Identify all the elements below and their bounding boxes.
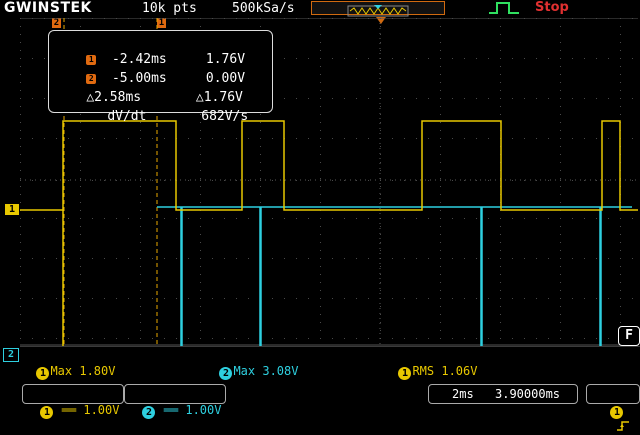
dvdt-row: dV/dt 682V/s bbox=[55, 90, 248, 124]
meas1-text: Max 1.80V bbox=[50, 364, 116, 378]
ch2-trace bbox=[157, 206, 632, 346]
meas2-text: Max 3.08V bbox=[233, 364, 299, 378]
cursor1-row: 1 -2.42ms 1.76V bbox=[55, 33, 245, 67]
memory-bar-wave-icon bbox=[347, 5, 409, 17]
status-bar: GWINSTEK 10k pts 500kSa/s Stop bbox=[0, 0, 640, 17]
dvdt-value: 682V/s bbox=[201, 109, 249, 124]
dvdt-label: dV/dt bbox=[107, 109, 147, 124]
ch2-badge: 2 bbox=[142, 406, 156, 419]
brand-logo: GWINSTEK bbox=[4, 0, 92, 16]
function-button[interactable]: F bbox=[618, 326, 640, 346]
memory-bar[interactable] bbox=[311, 1, 445, 17]
cursor-readout: 1 -2.42ms 1.76V 2 -5.00ms 0.00V △2.58ms … bbox=[48, 30, 273, 124]
delta-row: △2.58ms △1.76V bbox=[55, 71, 243, 105]
ch1-trace bbox=[20, 120, 638, 211]
record-length: 10k pts bbox=[142, 1, 197, 16]
meas2-source-badge: 2 bbox=[219, 367, 233, 380]
ch1-badge: 1 bbox=[40, 406, 54, 419]
ch1-ground-marker[interactable]: 1 bbox=[5, 204, 19, 215]
meas3-text: RMS 1.06V bbox=[412, 364, 478, 378]
sample-rate: 500kSa/s bbox=[232, 1, 295, 16]
ch2-ground-marker[interactable]: 2 bbox=[3, 348, 19, 362]
cursor2-row: 2 -5.00ms 0.00V bbox=[55, 52, 245, 86]
meas1-source-badge: 1 bbox=[36, 367, 50, 380]
ch2-scale-text: ══ 1.00V bbox=[163, 403, 222, 417]
ch2-scale: 2 ══ 1.00V bbox=[128, 386, 221, 419]
horizontal-position: 3.90000ms bbox=[495, 387, 561, 401]
timebase-scale: 2ms bbox=[452, 387, 474, 401]
measurement-1[interactable]: 1 Max 1.80V bbox=[22, 347, 115, 380]
trigger-source-badge: 1 bbox=[610, 406, 624, 419]
measurement-3[interactable]: 1 RMS 1.06V bbox=[384, 347, 477, 380]
trigger-source: 1 bbox=[596, 386, 630, 435]
trigger-edge-icon bbox=[489, 2, 519, 14]
run-state[interactable]: Stop bbox=[535, 0, 569, 15]
meas3-source-badge: 1 bbox=[398, 367, 412, 380]
measurement-2[interactable]: 2 Max 3.08V bbox=[205, 347, 298, 380]
ch1-scale-text: ══ 1.00V bbox=[61, 403, 120, 417]
ch1-scale: 1 ══ 1.00V bbox=[26, 386, 119, 419]
rising-edge-icon bbox=[617, 421, 630, 431]
